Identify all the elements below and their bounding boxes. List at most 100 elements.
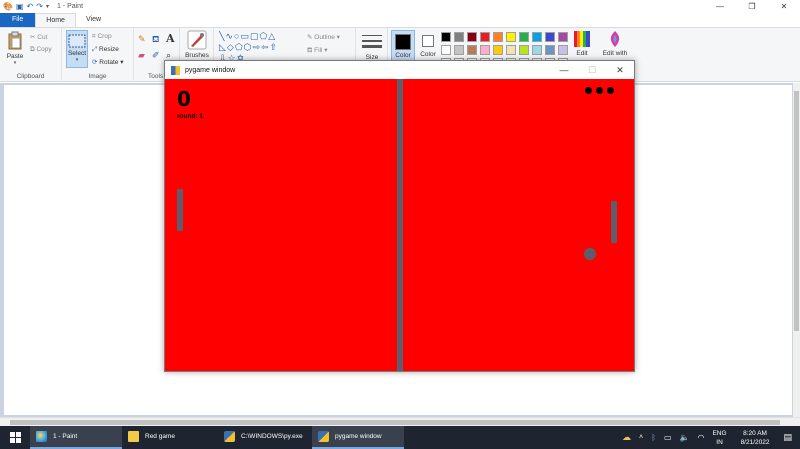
- customize-qat-icon[interactable]: ▾: [46, 4, 49, 10]
- brushes-button[interactable]: Brushes: [183, 30, 211, 59]
- palette-swatch[interactable]: [441, 45, 451, 55]
- hexagon-shape-icon[interactable]: ⬡: [244, 42, 253, 52]
- vertical-scroll-thumb[interactable]: [794, 91, 799, 331]
- palette-swatch[interactable]: [441, 32, 451, 42]
- taskbar-item-py-exe[interactable]: C:\WINDOWS\py.exe: [218, 426, 312, 449]
- palette-swatch[interactable]: [532, 45, 542, 55]
- clipboard-icon: [8, 31, 22, 50]
- pygame-minimize-button[interactable]: —: [550, 61, 578, 79]
- right-arrow-shape-icon[interactable]: ⇨: [253, 42, 262, 52]
- triangle-shape-icon[interactable]: △: [268, 31, 276, 41]
- fill-button[interactable]: ⛾ Fill ▾: [307, 46, 328, 55]
- rotate-label: Rotate: [99, 59, 119, 66]
- python-console-icon: [224, 431, 235, 442]
- undo-icon[interactable]: ↶: [27, 2, 34, 11]
- palette-swatch[interactable]: [493, 45, 503, 55]
- right-triangle-shape-icon[interactable]: ◺: [219, 42, 227, 52]
- palette-swatch[interactable]: [480, 32, 490, 42]
- system-tray: ☁ ˄ ᛒ ▭ 🔈 ◠ ENG IN 8:20 AM 8/21/2022 ▤: [618, 426, 800, 449]
- volume-icon[interactable]: 🔈: [680, 433, 690, 442]
- taskbar-item-paint[interactable]: 1 - Paint: [30, 426, 122, 449]
- save-icon[interactable]: ▣: [16, 2, 24, 11]
- palette-swatch[interactable]: [545, 45, 555, 55]
- palette-swatch[interactable]: [545, 32, 555, 42]
- minimize-button[interactable]: —: [704, 0, 736, 13]
- pygame-close-button[interactable]: ✕: [606, 61, 634, 79]
- tab-view[interactable]: View: [76, 13, 111, 27]
- palette-swatch[interactable]: [532, 32, 542, 42]
- language-indicator[interactable]: ENG IN: [712, 429, 726, 447]
- resize-button[interactable]: ⤢ Resize: [92, 46, 119, 54]
- select-button[interactable]: Select ▾: [66, 30, 88, 68]
- palette-swatch[interactable]: [519, 45, 529, 55]
- close-button[interactable]: ✕: [768, 0, 800, 13]
- copy-button[interactable]: ⧉ Copy: [30, 46, 52, 54]
- palette-swatch[interactable]: [493, 32, 503, 42]
- polygon-shape-icon[interactable]: ⬠: [259, 31, 268, 41]
- paste-button[interactable]: Paste ▾: [4, 31, 26, 66]
- fill-label: Fill: [314, 47, 323, 54]
- palette-swatch[interactable]: [467, 45, 477, 55]
- color2-button[interactable]: Color: [417, 30, 439, 58]
- wifi-icon[interactable]: ◠: [697, 433, 704, 442]
- redo-icon[interactable]: ↷: [36, 2, 43, 11]
- pygame-icon: [171, 65, 180, 75]
- rounded-rect-shape-icon[interactable]: ▢: [250, 31, 260, 41]
- eraser-icon[interactable]: ▰: [138, 50, 145, 61]
- palette-swatch[interactable]: [506, 32, 516, 42]
- palette-swatch[interactable]: [454, 32, 464, 42]
- rotate-button[interactable]: ⟳ Rotate ▾: [92, 58, 124, 66]
- clock[interactable]: 8:20 AM 8/21/2022: [741, 429, 770, 447]
- bluetooth-icon[interactable]: ᛒ: [651, 433, 656, 442]
- notifications-icon[interactable]: ▤: [783, 432, 792, 443]
- vertical-scrollbar[interactable]: [793, 83, 800, 417]
- palette-swatch[interactable]: [506, 45, 516, 55]
- fill-bucket-icon[interactable]: ⛾: [152, 34, 159, 46]
- color-picker-icon[interactable]: ✐: [152, 50, 160, 61]
- image-group: Select ▾ ⌗ Crop ⤢ Resize ⟳ Rotate ▾ Imag…: [62, 28, 134, 82]
- horizontal-scroll-thumb[interactable]: [10, 420, 780, 425]
- horizontal-scrollbar[interactable]: [0, 417, 800, 426]
- diamond-shape-icon[interactable]: ◇: [227, 42, 235, 52]
- tab-file[interactable]: File: [0, 13, 36, 27]
- outline-button[interactable]: ✎ Outline ▾: [307, 33, 340, 41]
- start-button[interactable]: [0, 426, 30, 449]
- palette-swatch[interactable]: [519, 32, 529, 42]
- fill-icon: ⛾: [307, 47, 313, 54]
- pentagon-shape-icon[interactable]: ⬠: [235, 42, 244, 52]
- size-button[interactable]: Size: [360, 32, 384, 61]
- text-tool-icon[interactable]: A: [166, 32, 175, 45]
- palette-swatch[interactable]: [480, 45, 490, 55]
- pygame-titlebar[interactable]: pygame window — ☐ ✕: [165, 61, 634, 79]
- life-dot: [585, 87, 592, 94]
- edit-with-paint3d-button[interactable]: Edit with: [600, 30, 630, 57]
- taskbar-item-pygame[interactable]: pygame window: [312, 426, 404, 449]
- game-canvas[interactable]: 0 round: 1: [165, 79, 634, 371]
- clipboard-group-label: Clipboard: [16, 73, 45, 80]
- copy-icon: ⧉: [30, 46, 35, 53]
- palette-swatch[interactable]: [558, 32, 568, 42]
- taskbar: 1 - Paint Red game C:\WINDOWS\py.exe pyg…: [0, 426, 800, 449]
- up-arrow-shape-icon[interactable]: ⇧: [270, 42, 279, 52]
- crop-button[interactable]: ⌗ Crop: [92, 33, 112, 41]
- shapes-gallery[interactable]: ╲∿○▭▢⬠△ ◺◇⬠⬡⇨⇦⇧ ⇩☆✡: [219, 31, 303, 61]
- curve-shape-icon[interactable]: ∿: [225, 31, 234, 41]
- clipboard-group: Paste ▾ ✂ Cut ⧉ Copy Clipboard: [0, 28, 62, 82]
- pencil-icon[interactable]: ✎: [138, 34, 146, 45]
- palette-swatch[interactable]: [558, 45, 568, 55]
- edit-colors-button[interactable]: Edit: [570, 30, 594, 57]
- rect-shape-icon[interactable]: ▭: [240, 31, 250, 41]
- show-hidden-icons-icon[interactable]: ˄: [639, 434, 643, 441]
- folder-icon: [128, 431, 139, 442]
- weather-icon[interactable]: ☁: [622, 432, 631, 443]
- left-arrow-shape-icon[interactable]: ⇦: [261, 42, 270, 52]
- maximize-button[interactable]: ❐: [736, 0, 768, 13]
- taskbar-item-red-game[interactable]: Red game: [122, 426, 218, 449]
- battery-icon[interactable]: ▭: [664, 433, 672, 442]
- tab-home[interactable]: Home: [35, 13, 76, 27]
- palette-swatch[interactable]: [467, 32, 477, 42]
- palette-swatch[interactable]: [454, 45, 464, 55]
- pygame-maximize-button[interactable]: ☐: [578, 61, 606, 79]
- ribbon-tabs: File Home View: [0, 13, 800, 27]
- cut-button[interactable]: ✂ Cut: [30, 33, 47, 41]
